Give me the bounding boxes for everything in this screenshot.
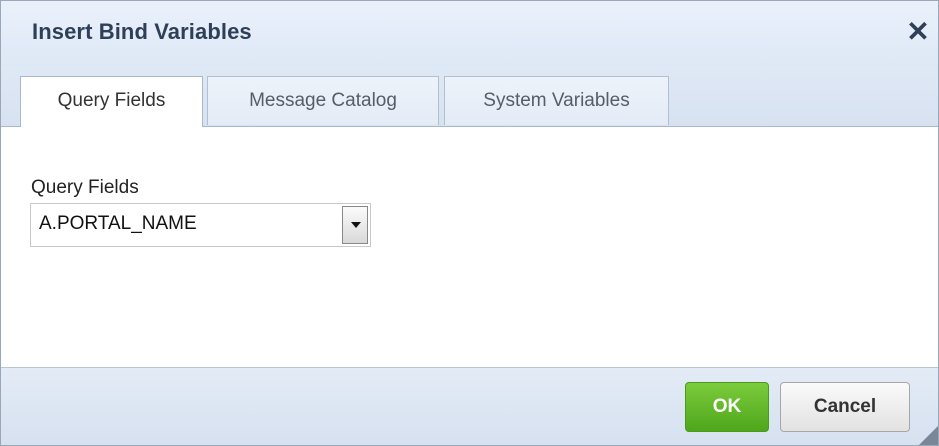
tab-message-catalog[interactable]: Message Catalog [207,76,439,125]
tab-query-fields[interactable]: Query Fields [20,76,203,127]
tab-strip: Query Fields Message Catalog System Vari… [1,66,938,127]
dialog-footer: OK Cancel [1,367,938,445]
cancel-button[interactable]: Cancel [780,382,910,432]
tab-system-variables[interactable]: System Variables [444,76,669,125]
query-fields-select[interactable]: A.PORTAL_NAME [30,203,371,247]
insert-bind-variables-dialog: Insert Bind Variables ✕ Query Fields Mes… [0,0,939,446]
tab-content-panel: Query Fields A.PORTAL_NAME [1,127,938,367]
query-fields-selected-value: A.PORTAL_NAME [39,213,197,234]
dialog-title: Insert Bind Variables [32,19,252,44]
resize-grip-icon[interactable] [918,426,938,445]
chevron-down-icon[interactable] [342,206,368,244]
dialog-titlebar[interactable]: Insert Bind Variables ✕ [1,1,938,66]
query-fields-label: Query Fields [31,177,139,198]
ok-button[interactable]: OK [685,382,769,432]
close-icon[interactable]: ✕ [904,15,932,49]
